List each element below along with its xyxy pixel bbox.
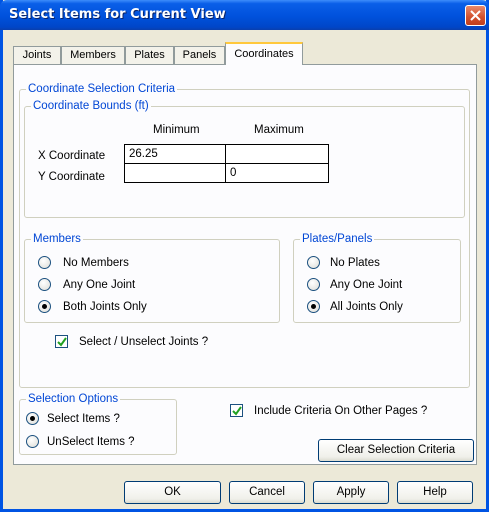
tab-plates[interactable]: Plates bbox=[125, 46, 174, 64]
select-unselect-joints-label: Select / Unselect Joints ? bbox=[79, 336, 209, 348]
no-members-radio[interactable] bbox=[38, 256, 51, 269]
both-joints-only-radio[interactable] bbox=[38, 300, 51, 313]
plates-title: Plates/Panels bbox=[300, 232, 375, 246]
close-icon bbox=[470, 10, 481, 21]
tab-joints[interactable]: Joints bbox=[13, 46, 61, 64]
no-members-label: No Members bbox=[63, 257, 129, 269]
y-max-field[interactable]: 0 bbox=[225, 163, 329, 183]
checkmark-icon bbox=[57, 337, 67, 347]
title-bar[interactable]: Select Items for Current View bbox=[0, 0, 489, 30]
plates-any-one-joint-label: Any One Joint bbox=[330, 279, 403, 291]
tab-coordinates[interactable]: Coordinates bbox=[225, 42, 303, 65]
selection-options-title: Selection Options bbox=[26, 392, 121, 406]
tab-members[interactable]: Members bbox=[61, 46, 125, 64]
no-plates-label: No Plates bbox=[330, 257, 380, 269]
cancel-button[interactable]: Cancel bbox=[229, 481, 305, 504]
bounds-title: Coordinate Bounds (ft) bbox=[31, 99, 151, 113]
apply-button[interactable]: Apply bbox=[313, 481, 389, 504]
coordinate-selection-criteria-group: Coordinate Selection Criteria Coordinate… bbox=[19, 82, 470, 388]
x-max-field[interactable] bbox=[225, 144, 329, 164]
members-title: Members bbox=[31, 232, 83, 246]
x-coordinate-label: X Coordinate bbox=[38, 150, 106, 162]
all-joints-only-radio[interactable] bbox=[307, 300, 320, 313]
include-criteria-label: Include Criteria On Other Pages ? bbox=[254, 405, 428, 417]
coordinates-panel: Coordinate Selection Criteria Coordinate… bbox=[13, 64, 477, 465]
help-button[interactable]: Help bbox=[397, 481, 473, 504]
selection-options-group: Selection Options Select Items ? UnSelec… bbox=[19, 392, 177, 455]
no-plates-radio[interactable] bbox=[307, 256, 320, 269]
close-button[interactable] bbox=[465, 5, 486, 26]
plates-any-one-joint-radio[interactable] bbox=[307, 278, 320, 291]
members-any-one-joint-radio[interactable] bbox=[38, 278, 51, 291]
unselect-items-label: UnSelect Items ? bbox=[47, 436, 135, 448]
ok-button[interactable]: OK bbox=[124, 481, 221, 504]
plates-panels-group: Plates/Panels No Plates Any One Joint Al… bbox=[293, 232, 461, 323]
select-unselect-joints-checkbox[interactable] bbox=[55, 335, 68, 348]
minimum-header: Minimum bbox=[153, 124, 200, 136]
dialog-window: Select Items for Current View Joints Mem… bbox=[0, 0, 489, 512]
include-criteria-checkbox[interactable] bbox=[230, 404, 243, 417]
y-coordinate-label: Y Coordinate bbox=[38, 171, 105, 183]
checkmark-icon bbox=[232, 406, 242, 416]
coordinate-bounds-group: Coordinate Bounds (ft) Minimum Maximum X… bbox=[24, 99, 465, 218]
members-group: Members No Members Any One Joint Both Jo… bbox=[24, 232, 280, 323]
tab-panels[interactable]: Panels bbox=[174, 46, 225, 64]
all-joints-only-label: All Joints Only bbox=[330, 301, 403, 313]
members-any-one-joint-label: Any One Joint bbox=[63, 279, 136, 291]
unselect-items-radio[interactable] bbox=[26, 435, 39, 448]
both-joints-only-label: Both Joints Only bbox=[63, 301, 147, 313]
x-min-field[interactable]: 26.25 bbox=[124, 144, 226, 164]
select-items-label: Select Items ? bbox=[47, 413, 120, 425]
clear-selection-criteria-button[interactable]: Clear Selection Criteria bbox=[318, 439, 474, 462]
window-title: Select Items for Current View bbox=[9, 7, 226, 22]
y-min-field[interactable] bbox=[124, 163, 226, 183]
select-items-radio[interactable] bbox=[26, 412, 39, 425]
maximum-header: Maximum bbox=[254, 124, 304, 136]
criteria-title: Coordinate Selection Criteria bbox=[26, 82, 178, 96]
